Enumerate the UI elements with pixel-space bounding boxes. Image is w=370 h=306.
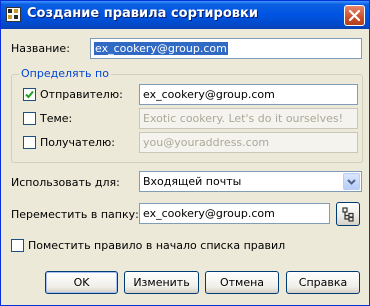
- dropdown-arrow-button[interactable]: [343, 173, 360, 190]
- close-icon: [348, 9, 361, 22]
- browse-folder-button[interactable]: [336, 202, 360, 226]
- window-title: Создание правила сортировки: [27, 6, 258, 21]
- edit-button[interactable]: Изменить: [124, 271, 199, 294]
- place-at-top-checkbox[interactable]: [11, 239, 24, 252]
- move-to-label: Переместить в папку:: [11, 208, 139, 221]
- use-for-label: Использовать для:: [11, 176, 120, 189]
- place-at-top-label[interactable]: Поместить правило в начало списка правил: [28, 239, 285, 252]
- sender-input[interactable]: ex_cookery@group.com: [139, 84, 358, 105]
- app-icon: [6, 7, 21, 22]
- subject-label[interactable]: Теме:: [40, 112, 72, 125]
- checkmark-icon: [25, 90, 34, 99]
- subject-input: Exotic cookery. Let's do it ourselves!: [139, 108, 358, 129]
- ok-button[interactable]: OK: [45, 271, 118, 294]
- sender-label[interactable]: Отправителю:: [40, 88, 123, 101]
- cancel-button[interactable]: Отмена: [205, 271, 279, 294]
- help-button[interactable]: Справка: [286, 271, 360, 294]
- use-for-selected: Входящей почты: [143, 175, 242, 188]
- determine-by-legend: Определять по: [19, 67, 111, 80]
- chevron-down-icon: [347, 179, 356, 185]
- subject-checkbox[interactable]: [23, 112, 36, 125]
- use-for-select[interactable]: Входящей почты: [139, 171, 362, 192]
- sort-rule-dialog: Создание правила сортировки Название: ex…: [0, 0, 370, 306]
- close-button[interactable]: [344, 5, 365, 26]
- recipient-input: you@youraddress.com: [139, 132, 358, 153]
- title-bar[interactable]: Создание правила сортировки: [1, 1, 369, 29]
- recipient-label[interactable]: Получателю:: [40, 136, 115, 149]
- name-label: Название:: [11, 42, 70, 55]
- name-input-value: ex_cookery@group.com: [94, 42, 228, 55]
- sender-checkbox[interactable]: [23, 88, 36, 101]
- recipient-checkbox[interactable]: [23, 136, 36, 149]
- folder-tree-icon: [342, 207, 354, 222]
- move-to-input[interactable]: ex_cookery@group.com: [139, 203, 330, 224]
- name-input[interactable]: ex_cookery@group.com: [90, 38, 362, 59]
